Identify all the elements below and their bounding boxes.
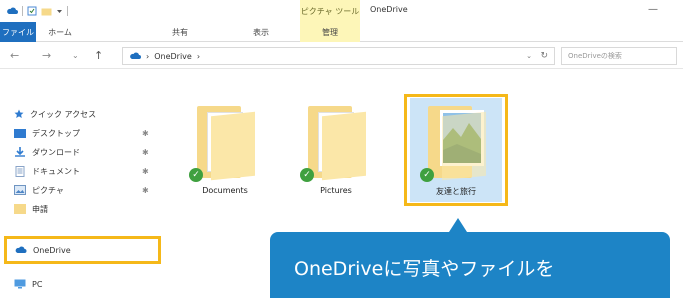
- folder-name: Documents: [202, 186, 248, 195]
- folder-icon: [197, 106, 255, 181]
- download-icon: [15, 147, 25, 157]
- title-bar: ピクチャ ツール OneDrive —: [0, 0, 683, 22]
- address-bar[interactable]: › OneDrive › ⌄ ↻: [122, 47, 555, 65]
- nav-label: 申請: [32, 204, 48, 214]
- pin-icon[interactable]: ✱: [142, 129, 149, 138]
- pin-icon[interactable]: ✱: [142, 186, 149, 195]
- pin-icon[interactable]: ✱: [142, 167, 149, 176]
- pc-icon: [14, 279, 26, 289]
- nav-item-folder[interactable]: 申請: [14, 201, 48, 217]
- nav-label: ピクチャ: [32, 185, 64, 195]
- desktop-icon: [14, 128, 26, 138]
- pin-icon[interactable]: ✱: [142, 148, 149, 157]
- window-title: OneDrive: [370, 5, 408, 14]
- nav-item-documents[interactable]: ドキュメント ✱: [14, 163, 149, 179]
- folder-icon: [308, 106, 366, 181]
- recent-locations-button[interactable]: ⌄: [72, 51, 79, 60]
- quick-access-toolbar: [6, 4, 68, 18]
- nav-item-pc[interactable]: PC: [14, 276, 42, 292]
- onedrive-cloud-icon: [130, 52, 141, 59]
- folder-pictures[interactable]: ✓ Pictures: [290, 98, 382, 208]
- picture-tools-context-tab[interactable]: ピクチャ ツール: [300, 0, 360, 22]
- folder-documents[interactable]: ✓ Documents: [179, 98, 271, 208]
- star-icon: [14, 109, 24, 118]
- search-input[interactable]: OneDriveの検索: [561, 47, 677, 65]
- nav-item-pictures[interactable]: ピクチャ ✱: [14, 182, 149, 198]
- nav-item-downloads[interactable]: ダウンロード ✱: [14, 144, 149, 160]
- breadcrumb-onedrive[interactable]: OneDrive: [154, 52, 192, 61]
- navigation-pane: クイック アクセス デスクトップ ✱ ダウンロード ✱ ドキュメント ✱ ピクチ…: [0, 70, 162, 298]
- breadcrumb-separator: ›: [146, 51, 150, 61]
- customize-qat-icon[interactable]: [56, 8, 63, 14]
- selected-folder-highlight-box: [404, 94, 508, 206]
- address-dropdown-icon[interactable]: ⌄: [526, 52, 532, 60]
- pictures-icon: [14, 185, 26, 195]
- breadcrumb-separator: ›: [196, 51, 201, 61]
- nav-label: ドキュメント: [32, 166, 80, 176]
- nav-label: ダウンロード: [32, 147, 80, 157]
- nav-item-desktop[interactable]: デスクトップ ✱: [14, 125, 149, 141]
- properties-icon[interactable]: [27, 6, 37, 16]
- callout-pointer: [449, 218, 467, 232]
- tab-share[interactable]: 共有: [120, 22, 240, 42]
- new-folder-icon[interactable]: [41, 7, 52, 16]
- onedrive-highlight-box: [4, 236, 161, 264]
- callout-banner: OneDriveに写真やファイルを: [270, 232, 670, 298]
- nav-quick-access[interactable]: クイック アクセス: [14, 106, 96, 122]
- nav-label: デスクトップ: [32, 128, 80, 138]
- minimize-button[interactable]: —: [648, 4, 658, 15]
- nav-label: クイック アクセス: [30, 109, 97, 119]
- tab-manage[interactable]: 管理: [300, 22, 360, 42]
- address-row: ← → ⌄ ↑ › OneDrive › ⌄ ↻ OneDriveの検索: [0, 43, 683, 69]
- onedrive-cloud-icon: [7, 7, 18, 14]
- document-icon: [15, 165, 25, 177]
- folder-name: Pictures: [320, 186, 352, 195]
- tab-home[interactable]: ホーム: [40, 22, 80, 42]
- up-button[interactable]: ↑: [94, 49, 103, 62]
- sync-status-icon: ✓: [300, 168, 314, 182]
- forward-button[interactable]: →: [42, 49, 51, 62]
- sync-status-icon: ✓: [189, 168, 203, 182]
- nav-label: PC: [32, 279, 43, 289]
- tab-view[interactable]: 表示: [246, 22, 276, 42]
- folder-icon: [14, 204, 26, 214]
- ribbon-tabs: ファイル ホーム 共有 表示 管理: [0, 22, 683, 42]
- back-button[interactable]: ←: [10, 49, 19, 62]
- tab-file[interactable]: ファイル: [0, 22, 36, 42]
- refresh-icon[interactable]: ↻: [540, 51, 548, 61]
